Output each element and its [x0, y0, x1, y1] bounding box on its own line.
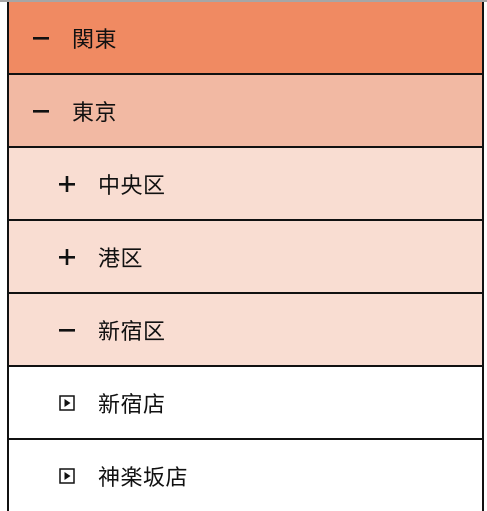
tree-node-label: 関東 — [72, 27, 118, 53]
tree-node-label: 中央区 — [98, 173, 166, 199]
tree-node-tokyo[interactable]: 東京 — [9, 75, 482, 148]
minus-icon[interactable] — [30, 27, 52, 49]
tree-node-kanto[interactable]: 関東 — [9, 2, 482, 75]
plus-icon[interactable] — [56, 246, 78, 268]
tree-node-label: 東京 — [72, 100, 118, 126]
tree-node-kagurazaka-store[interactable]: 神楽坂店 — [9, 440, 482, 511]
play-square-icon[interactable] — [56, 392, 78, 414]
tree-node-chuo[interactable]: 中央区 — [9, 148, 482, 221]
tree-node-label: 新宿店 — [98, 392, 166, 418]
plus-icon[interactable] — [56, 173, 78, 195]
minus-icon[interactable] — [30, 100, 52, 122]
tree-node-label: 神楽坂店 — [98, 465, 189, 491]
tree-node-label: 新宿区 — [98, 319, 166, 345]
tree-node-minato[interactable]: 港区 — [9, 221, 482, 294]
minus-icon[interactable] — [56, 319, 78, 341]
tree-node-shinjuku-ku[interactable]: 新宿区 — [9, 294, 482, 367]
tree-node-shinjuku-store[interactable]: 新宿店 — [9, 367, 482, 440]
tree-node-label: 港区 — [98, 246, 144, 272]
play-square-icon[interactable] — [56, 465, 78, 487]
region-tree: 関東 東京 中央区 港区 新宿区 新宿店 神楽坂店 — [7, 2, 484, 511]
